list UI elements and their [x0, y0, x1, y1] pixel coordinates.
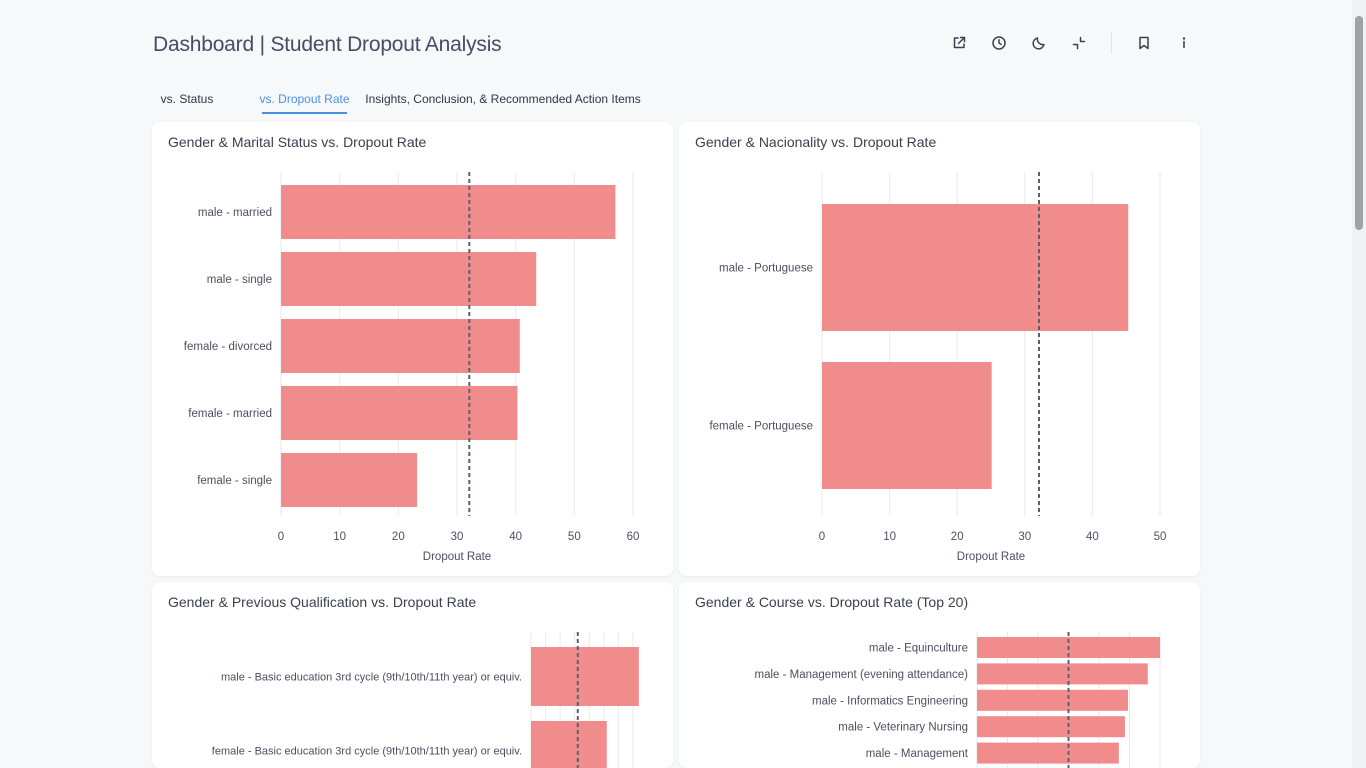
collapse-icon: [1072, 36, 1086, 50]
chart-card-course: Gender & Course vs. Dropout Rate (Top 20…: [679, 582, 1200, 768]
x-axis-label: Dropout Rate: [423, 551, 491, 563]
x-tick-label: 20: [951, 531, 964, 543]
x-tick-label: 10: [883, 531, 896, 543]
chart-card-nationality: Gender & Nacionality vs. Dropout Rate ma…: [679, 122, 1200, 576]
category-label: male - Basic education 3rd cycle (9th/10…: [221, 672, 522, 684]
qualification-chart: male - Basic education 3rd cycle (9th/10…: [212, 632, 639, 768]
category-label: male - Management (evening attendance): [754, 669, 968, 681]
bar: [281, 252, 537, 306]
category-label: female - Portuguese: [709, 421, 813, 433]
category-label: male - Veterinary Nursing: [838, 722, 968, 734]
page-title: Dashboard | Student Dropout Analysis: [153, 33, 502, 56]
bar: [977, 716, 1125, 738]
bar: [531, 721, 607, 768]
x-tick-label: 20: [392, 531, 405, 543]
bar: [977, 689, 1128, 711]
tab-vs-status[interactable]: vs. Status: [153, 85, 221, 114]
bar: [977, 742, 1119, 764]
category-label: male - Equinculture: [869, 643, 968, 655]
x-tick-label: 40: [509, 531, 522, 543]
x-tick-label: 50: [568, 531, 581, 543]
page-scrollbar[interactable]: [1352, 0, 1366, 768]
bar: [281, 185, 616, 239]
clock-icon: [992, 36, 1006, 50]
history-button[interactable]: [985, 30, 1013, 56]
external-link-icon: [953, 36, 966, 49]
bar: [977, 663, 1148, 685]
tab-insights[interactable]: Insights, Conclusion, & Recommended Acti…: [365, 85, 641, 114]
toolbar-divider: [1111, 32, 1112, 54]
category-label: male - Management: [866, 748, 969, 760]
x-tick-label: 0: [819, 531, 825, 543]
nationality-chart: male - Portuguese female - Portuguese 0 10 2…: [709, 172, 1167, 563]
category-label: female - divorced: [184, 341, 272, 353]
tab-vs-dropout-rate[interactable]: vs. Dropout Rate: [259, 85, 350, 114]
category-label: male - married: [198, 207, 272, 219]
course-chart: male - Equinculture male - Management (ev…: [754, 632, 1161, 768]
x-tick-label: 30: [1018, 531, 1031, 543]
bar: [281, 453, 418, 507]
x-tick-label: 50: [1154, 531, 1167, 543]
bar: [822, 204, 1129, 331]
info-button[interactable]: [1170, 30, 1198, 56]
external-link-button[interactable]: [945, 30, 973, 56]
x-tick-label: 10: [333, 531, 346, 543]
moon-icon: [1032, 37, 1045, 50]
info-icon: [1182, 37, 1186, 48]
bookmark-button[interactable]: [1130, 30, 1158, 56]
chart-card-qualification: Gender & Previous Qualification vs. Drop…: [152, 582, 673, 768]
x-tick-label: 30: [451, 531, 464, 543]
bar: [281, 386, 518, 440]
chart-card-marital: Gender & Marital Status vs. Dropout Rate…: [152, 122, 673, 576]
x-tick-label: 0: [278, 531, 284, 543]
dark-mode-button[interactable]: [1025, 30, 1053, 56]
bar: [822, 362, 992, 489]
category-label: male - single: [207, 274, 272, 286]
category-label: female - married: [188, 408, 272, 420]
bar: [281, 319, 520, 373]
category-label: female - single: [197, 475, 272, 487]
category-label: male - Portuguese: [719, 263, 813, 275]
bookmark-icon: [1139, 36, 1149, 50]
x-tick-label: 40: [1086, 531, 1099, 543]
marital-status-chart: male - married male - single female - divo…: [184, 172, 640, 563]
x-axis-label: Dropout Rate: [957, 551, 1025, 563]
category-label: male - Informatics Engineering: [812, 695, 968, 707]
scrollbar-thumb[interactable]: [1355, 16, 1363, 230]
exit-fullscreen-button[interactable]: [1065, 30, 1093, 56]
x-tick-label: 60: [627, 531, 640, 543]
category-label: female - Basic education 3rd cycle (9th/…: [212, 746, 522, 758]
bar: [531, 647, 639, 706]
